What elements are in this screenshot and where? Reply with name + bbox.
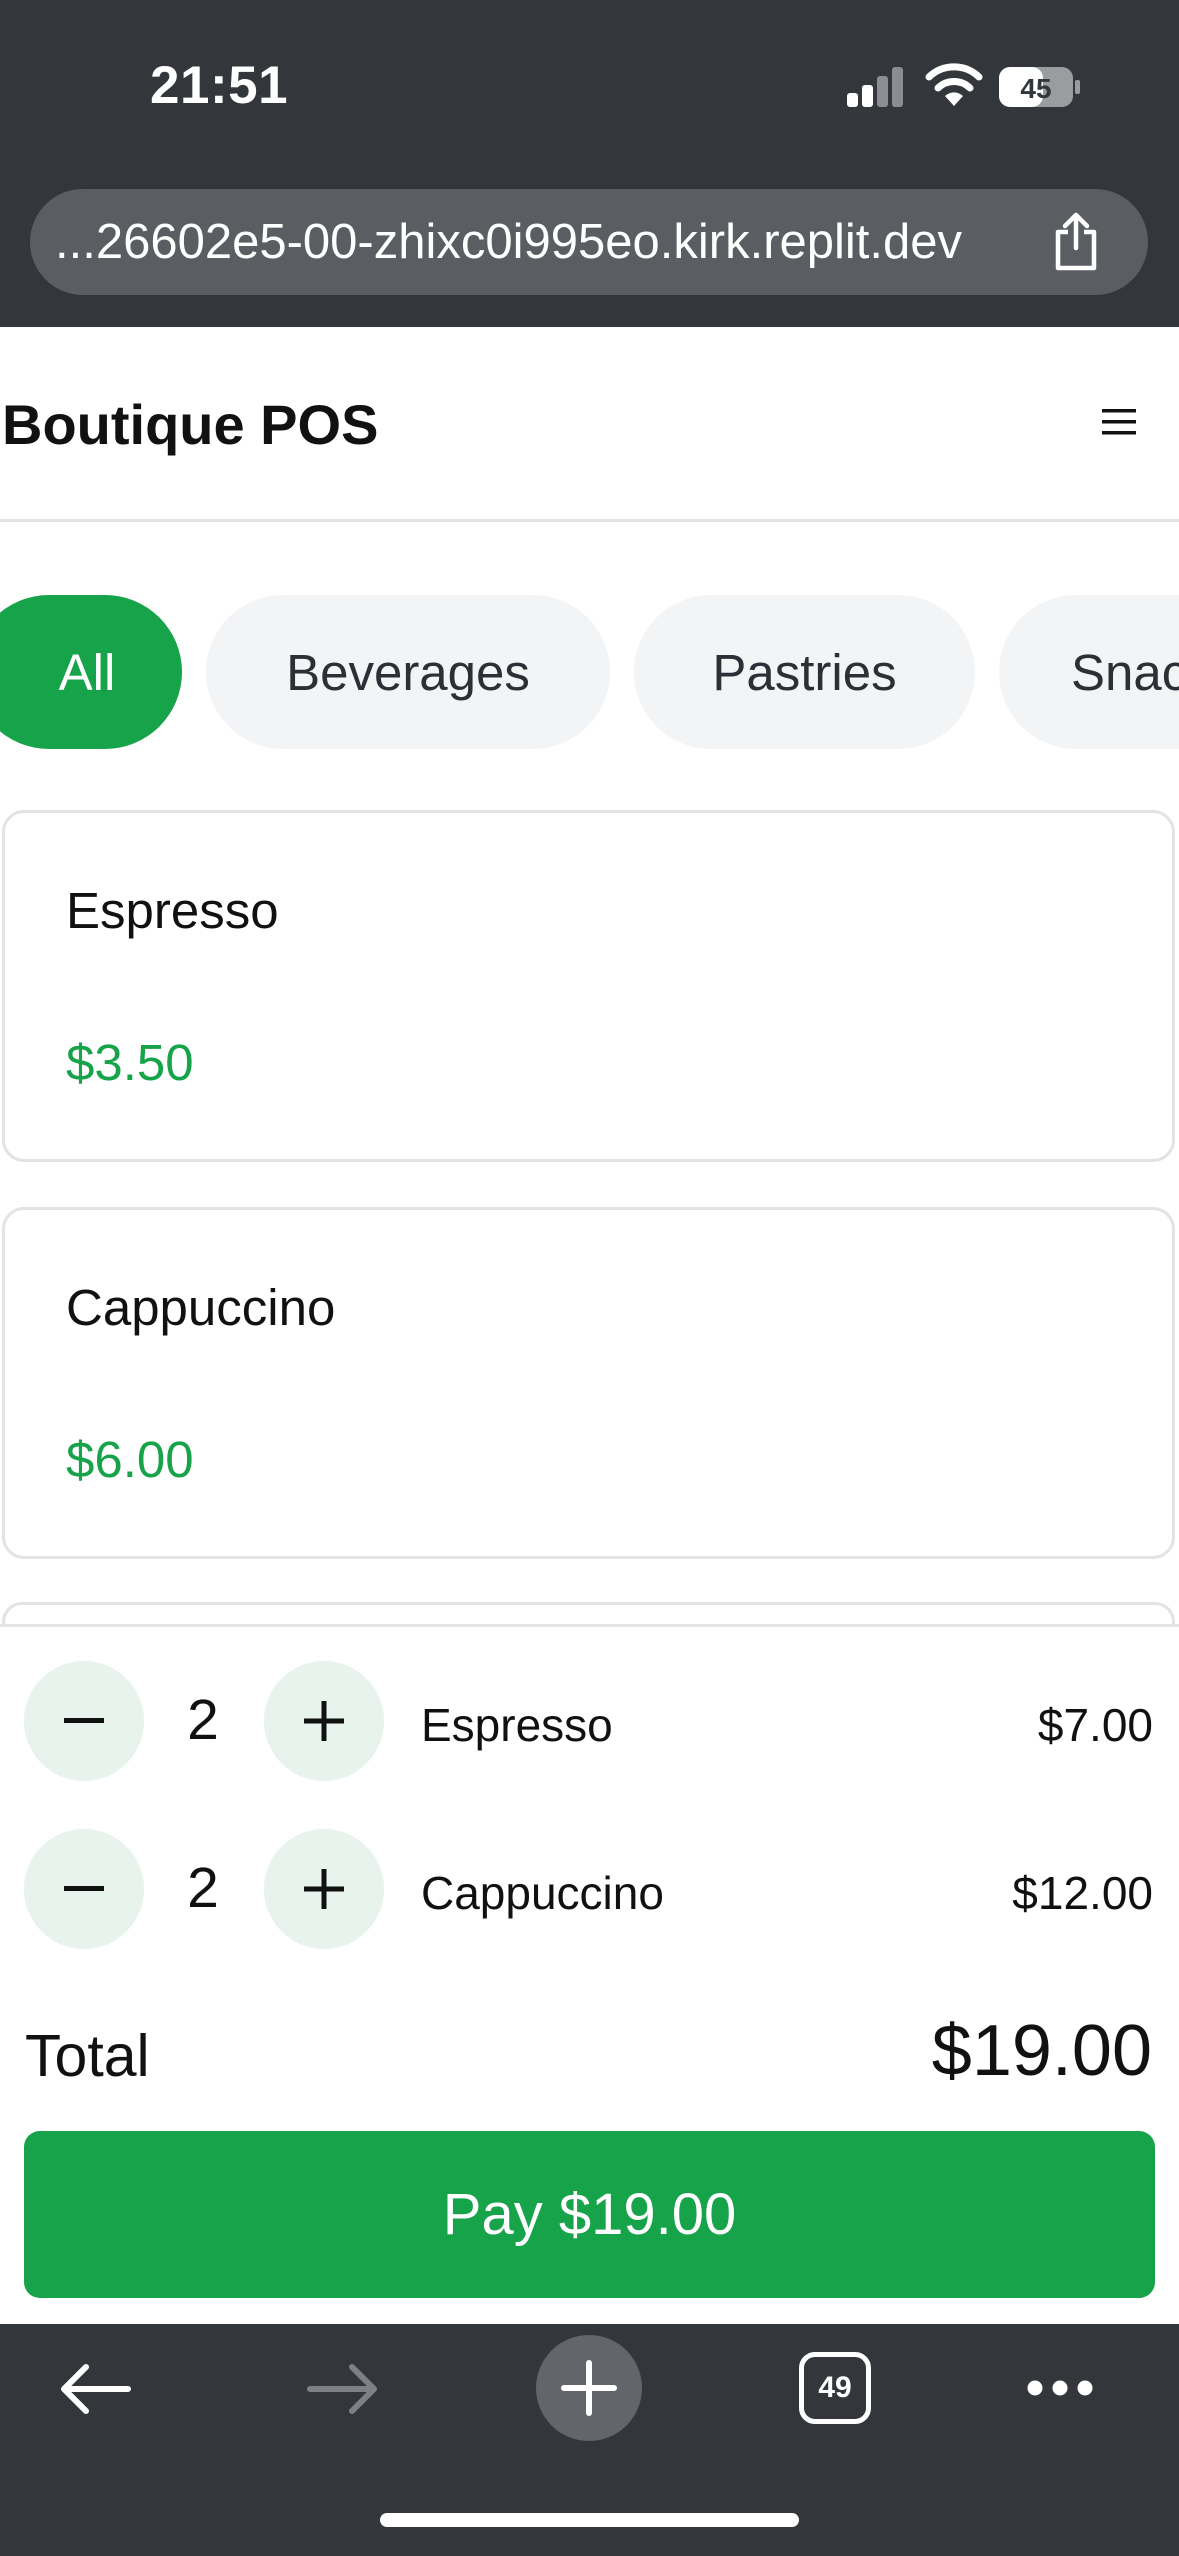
plus-icon bbox=[561, 2360, 617, 2416]
product-name: Espresso bbox=[66, 882, 279, 939]
app-title: Boutique POS bbox=[2, 393, 379, 456]
product-card-cappuccino[interactable]: Cappuccino $6.00 bbox=[2, 1207, 1175, 1559]
category-chip-label: Pastries bbox=[712, 643, 897, 701]
total-label: Total bbox=[25, 2023, 150, 2089]
cart-item-name: Cappuccino bbox=[421, 1867, 664, 1919]
hamburger-menu-icon[interactable] bbox=[1102, 408, 1136, 436]
address-bar-url[interactable]: ...26602e5-00-zhixc0i995eo.kirk.replit.d… bbox=[55, 214, 962, 270]
cart-item-quantity: 2 bbox=[187, 1688, 219, 1752]
category-chip-label: Snacks bbox=[1071, 643, 1179, 701]
new-tab-button[interactable] bbox=[536, 2335, 642, 2441]
total-value: $19.00 bbox=[931, 2011, 1152, 2091]
category-chip-label: All bbox=[58, 643, 116, 701]
more-options-icon[interactable] bbox=[1025, 2377, 1095, 2399]
battery-icon: 45 bbox=[999, 67, 1080, 107]
cellular-signal-icon bbox=[847, 67, 903, 107]
product-price: $3.50 bbox=[66, 1034, 194, 1091]
back-arrow-icon[interactable] bbox=[58, 2362, 132, 2416]
minus-icon bbox=[64, 1718, 104, 1723]
cart-item-name: Espresso bbox=[421, 1699, 613, 1751]
product-name: Cappuccino bbox=[66, 1279, 336, 1336]
plus-icon bbox=[304, 1701, 344, 1741]
plus-icon bbox=[304, 1869, 344, 1909]
battery-level: 45 bbox=[1020, 73, 1051, 104]
pay-button[interactable]: Pay $19.00 bbox=[24, 2131, 1155, 2298]
home-indicator bbox=[380, 2513, 799, 2527]
category-chip-all[interactable]: All bbox=[0, 595, 182, 749]
product-price: $6.00 bbox=[66, 1431, 194, 1488]
category-chip-beverages[interactable]: Beverages bbox=[206, 595, 610, 749]
cart-item-quantity: 2 bbox=[187, 1856, 219, 1920]
status-time: 21:51 bbox=[150, 56, 289, 115]
cart-item-amount: $7.00 bbox=[1037, 1699, 1153, 1751]
minus-icon bbox=[64, 1886, 104, 1891]
increase-quantity-button[interactable] bbox=[264, 1661, 384, 1781]
category-chip-snacks[interactable]: Snacks bbox=[999, 595, 1179, 749]
cart-item-amount: $12.00 bbox=[1012, 1867, 1153, 1919]
tab-switcher-button[interactable]: 49 bbox=[799, 2352, 871, 2424]
decrease-quantity-button[interactable] bbox=[24, 1661, 144, 1781]
decrease-quantity-button[interactable] bbox=[24, 1829, 144, 1949]
forward-arrow-icon[interactable] bbox=[306, 2362, 380, 2416]
category-chip-pastries[interactable]: Pastries bbox=[634, 595, 975, 749]
share-icon[interactable] bbox=[1050, 212, 1102, 272]
increase-quantity-button[interactable] bbox=[264, 1829, 384, 1949]
category-chip-label: Beverages bbox=[286, 643, 530, 701]
product-card-espresso[interactable]: Espresso $3.50 bbox=[2, 810, 1175, 1162]
wifi-icon bbox=[925, 63, 983, 106]
